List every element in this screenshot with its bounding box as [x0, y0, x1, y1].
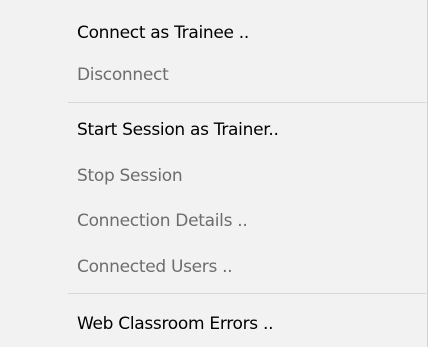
menu-item-connection-details: Connection Details ..: [77, 211, 248, 231]
menu-item-stop-session: Stop Session: [77, 166, 183, 186]
menu-item-connect-as-trainee[interactable]: Connect as Trainee ..: [0, 15, 427, 51]
menu-separator: [68, 293, 426, 294]
menu-item-start-session-as-trainer[interactable]: Start Session as Trainer..: [0, 112, 427, 148]
context-menu: Connect as Trainee .. Disconnect Start S…: [0, 0, 428, 347]
menu-separator: [68, 102, 426, 103]
menu-item-connected-users: Connected Users ..: [77, 257, 233, 277]
menu-item-web-classroom-errors[interactable]: Web Classroom Errors ..: [0, 306, 427, 342]
menu-item-disconnect: Disconnect: [77, 65, 169, 85]
